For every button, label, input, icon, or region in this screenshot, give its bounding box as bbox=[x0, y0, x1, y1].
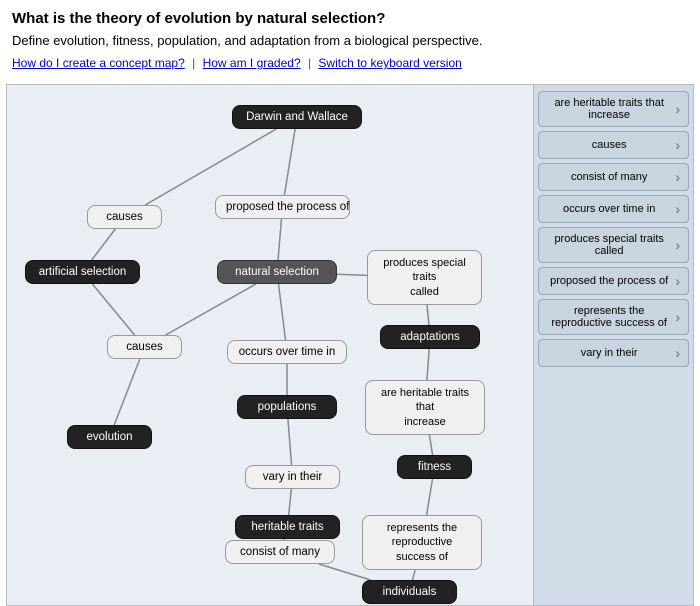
create-concept-map-link[interactable]: How do I create a concept map? bbox=[12, 56, 185, 70]
panel-item-6[interactable]: represents the reproductive success of› bbox=[538, 299, 689, 335]
node-proposed[interactable]: proposed the process of bbox=[215, 195, 350, 219]
right-panel: are heritable traits that increase› cause… bbox=[533, 85, 693, 605]
graded-link[interactable]: How am I graded? bbox=[203, 56, 301, 70]
node-populations[interactable]: populations bbox=[237, 395, 337, 419]
node-adaptations[interactable]: adaptations bbox=[380, 325, 480, 349]
node-are_heritable[interactable]: are heritable traits that increase bbox=[365, 380, 485, 435]
node-causes2[interactable]: causes bbox=[107, 335, 182, 359]
node-heritable_traits[interactable]: heritable traits bbox=[235, 515, 340, 539]
concept-map-canvas[interactable]: Darwin and Wallace natural selection artif… bbox=[7, 85, 533, 605]
page-links: How do I create a concept map? | How am … bbox=[12, 56, 688, 70]
node-evolution[interactable]: evolution bbox=[67, 425, 152, 449]
node-causes1[interactable]: causes bbox=[87, 205, 162, 229]
node-artificial_selection[interactable]: artificial selection bbox=[25, 260, 140, 284]
panel-item-7[interactable]: vary in their› bbox=[538, 339, 689, 367]
panel-item-5[interactable]: proposed the process of› bbox=[538, 267, 689, 295]
node-vary[interactable]: vary in their bbox=[245, 465, 340, 489]
panel-item-0[interactable]: are heritable traits that increase› bbox=[538, 91, 689, 127]
page-subtitle: Define evolution, fitness, population, a… bbox=[12, 33, 688, 48]
node-fitness[interactable]: fitness bbox=[397, 455, 472, 479]
node-consist[interactable]: consist of many bbox=[225, 540, 335, 564]
keyboard-version-link[interactable]: Switch to keyboard version bbox=[318, 56, 461, 70]
node-represents[interactable]: represents the reproductive success of bbox=[362, 515, 482, 570]
panel-item-1[interactable]: causes› bbox=[538, 131, 689, 159]
node-darwin[interactable]: Darwin and Wallace bbox=[232, 105, 362, 129]
node-occurs[interactable]: occurs over time in bbox=[227, 340, 347, 364]
page-title: What is the theory of evolution by natur… bbox=[12, 10, 688, 27]
page-header: What is the theory of evolution by natur… bbox=[0, 0, 700, 84]
node-produces[interactable]: produces special traits called bbox=[367, 250, 482, 305]
node-natural_selection[interactable]: natural selection bbox=[217, 260, 337, 284]
panel-item-2[interactable]: consist of many› bbox=[538, 163, 689, 191]
node-individuals[interactable]: individuals bbox=[362, 580, 457, 604]
panel-item-3[interactable]: occurs over time in› bbox=[538, 195, 689, 223]
panel-item-4[interactable]: produces special traits called› bbox=[538, 227, 689, 263]
main-area: Darwin and Wallace natural selection artif… bbox=[6, 84, 694, 606]
